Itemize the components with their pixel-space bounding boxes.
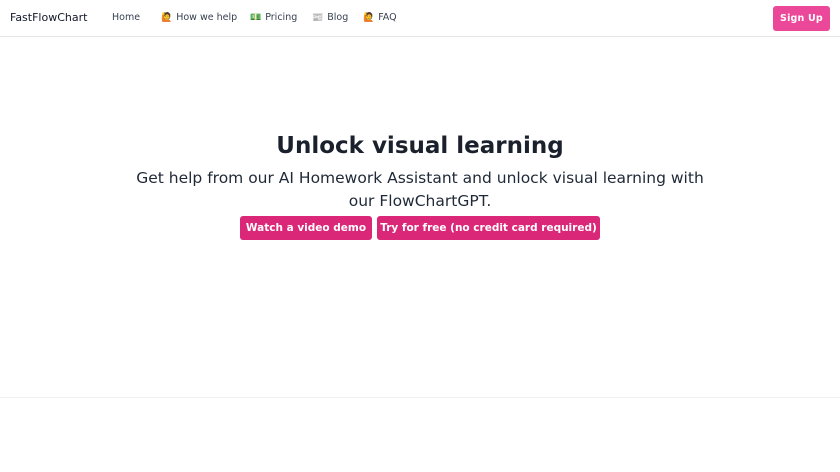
newspaper-icon: 📰 [312,13,324,23]
top-navbar: FastFlowChart Home 🙋 How we help 💵 Pricing… [0,0,840,37]
nav-link-how-we-help[interactable]: 🙋 How we help [161,12,237,23]
person-raising-hand-icon: 🙋 [161,13,173,23]
nav-link-label: Home [112,12,141,23]
nav-link-blog[interactable]: 📰 Blog [312,12,348,23]
sign-up-button[interactable]: Sign Up [773,6,830,31]
watch-demo-button[interactable]: Watch a video demo [240,216,372,240]
nav-link-home[interactable]: Home [108,12,140,23]
hero-subtitle: Get help from our AI Homework Assistant … [136,169,704,210]
try-for-free-button[interactable]: Try for free (no credit card required) [377,216,600,240]
money-icon: 💵 [250,13,262,23]
brand-logo-link[interactable]: FastFlowChart [10,11,87,24]
nav-link-label: FAQ [378,12,397,23]
nav-link-faq[interactable]: 🙋 FAQ [363,12,397,23]
hero-section: Unlock visual learning Get help from our… [0,37,840,398]
next-section [0,399,840,472]
nav-link-label: Blog [327,12,349,23]
nav-link-label: Pricing [265,12,298,23]
nav-link-pricing[interactable]: 💵 Pricing [250,12,297,23]
hero-title: Unlock visual learning [276,133,564,159]
person-raising-hand-icon: 🙋 [363,13,375,23]
nav-link-label: How we help [176,12,238,23]
